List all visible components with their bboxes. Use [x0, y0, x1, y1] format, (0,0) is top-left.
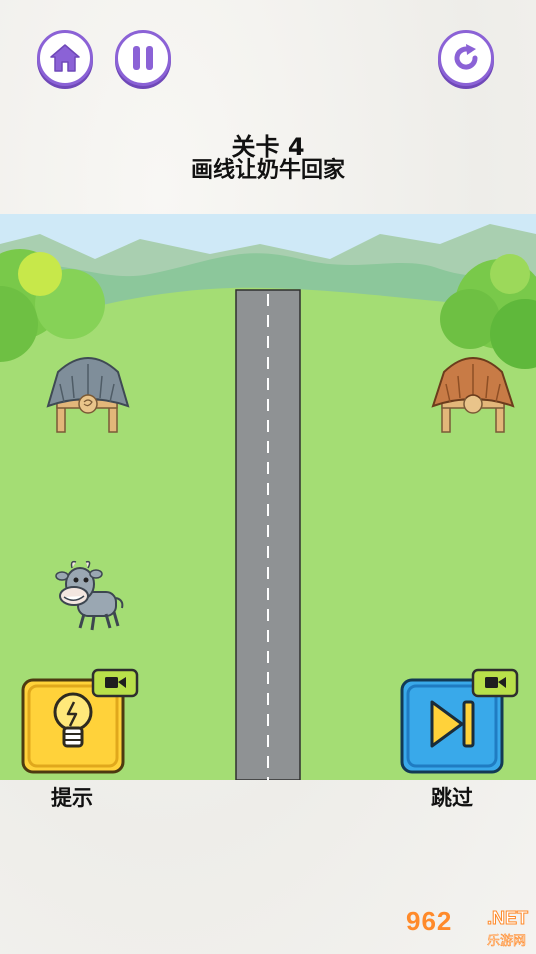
watermark-logo: 962 .NET 乐游网 — [402, 906, 529, 950]
level-instruction: 画线让奶牛回家 — [190, 158, 345, 183]
game-scene[interactable] — [0, 214, 536, 780]
watermark-site: .NET — [486, 908, 528, 929]
home-button[interactable] — [37, 30, 93, 86]
video-ad-icon — [91, 668, 139, 698]
restart-icon — [454, 44, 478, 70]
skip-button[interactable] — [400, 668, 519, 774]
watermark-number: 962 — [406, 906, 453, 936]
hint-button[interactable] — [21, 668, 139, 774]
hint-label: 提示 — [51, 786, 93, 810]
pause-button[interactable] — [115, 30, 171, 86]
watermark-sub: 乐游网 — [486, 934, 527, 950]
restart-button[interactable] — [438, 30, 494, 86]
home-icon — [50, 44, 80, 72]
scene-canvas — [0, 214, 536, 780]
skip-label: 跳过 — [431, 786, 473, 810]
pause-icon — [133, 46, 153, 70]
video-ad-icon — [471, 668, 519, 698]
